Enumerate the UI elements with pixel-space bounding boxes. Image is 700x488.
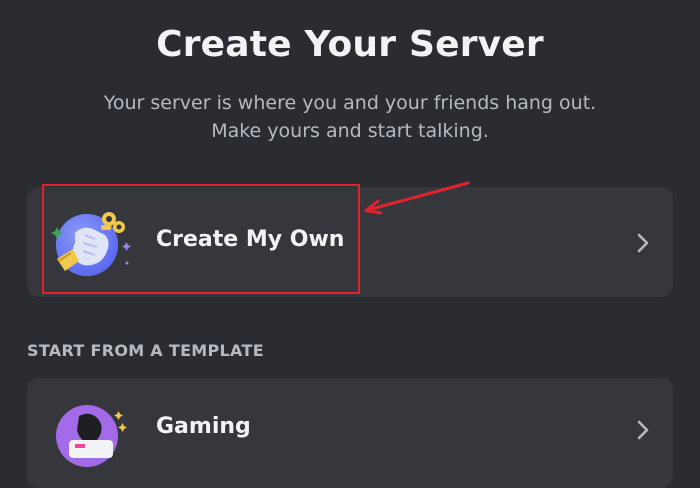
server-illustration-icon — [45, 205, 135, 285]
subtitle-line-1: Your server is where you and your friend… — [103, 92, 597, 114]
gaming-label: Gaming — [156, 414, 251, 439]
template-item-gaming[interactable]: Gaming — [27, 378, 673, 488]
page-title: Create Your Server — [156, 24, 544, 65]
create-my-own-label: Create My Own — [156, 227, 345, 252]
template-section-header: START FROM A TEMPLATE — [27, 341, 264, 360]
subtitle-line-2: Make yours and start talking. — [211, 120, 489, 142]
page-subtitle: Your server is where you and your friend… — [60, 89, 640, 145]
chevron-right-icon — [637, 233, 649, 253]
create-my-own-button[interactable]: Create My Own — [27, 187, 673, 297]
gaming-illustration-icon — [45, 396, 135, 476]
chevron-right-icon — [637, 420, 649, 440]
